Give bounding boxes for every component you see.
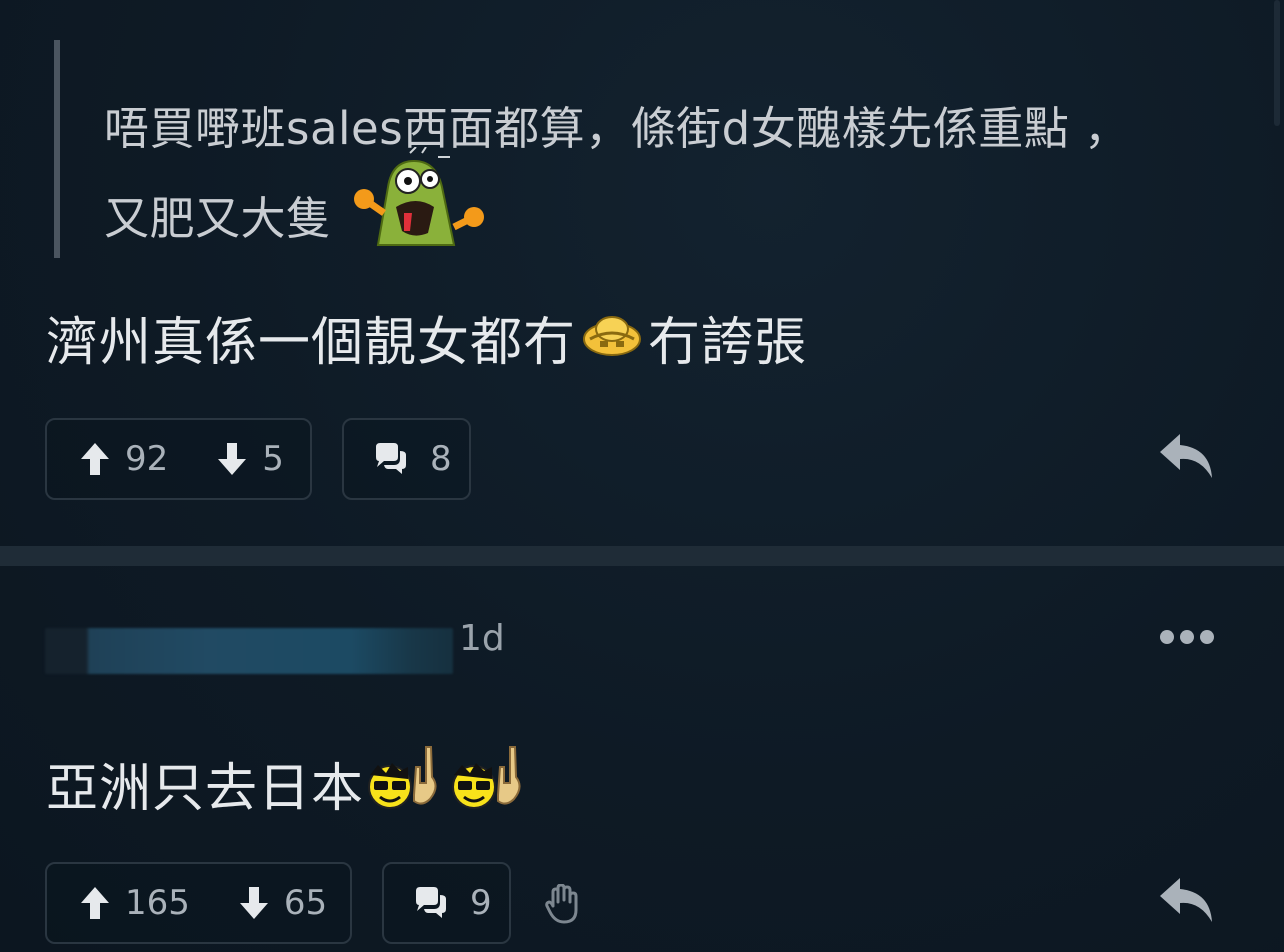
comments-count: 9: [470, 883, 492, 923]
post-divider: [0, 546, 1284, 566]
downvote-button[interactable]: 65: [238, 883, 327, 923]
vote-control: 92 5: [45, 418, 312, 500]
upvote-count: 165: [125, 883, 190, 923]
post-meta: 1d: [45, 618, 1239, 678]
comment-post: 唔買嘢班sales西面都算，條街d女醜樣先係重點 ， 又肥又大隻 濟州真係一個靚…: [0, 0, 1284, 546]
comments-count: 8: [430, 439, 452, 479]
comment-post: 1d 亞洲只去日本 165 65 9: [0, 566, 1284, 952]
embarrassed-face-emoji: [582, 312, 642, 372]
speech-bubbles-icon: [416, 887, 446, 918]
shocked-green-monster-emoji: [350, 145, 486, 258]
comment-body-text-after: 冇誇張: [648, 313, 808, 373]
downvote-count: 65: [283, 883, 328, 923]
upvote-count: 92: [125, 439, 169, 479]
comments-button[interactable]: 8: [342, 418, 471, 500]
raised-hand-icon[interactable]: [545, 884, 581, 924]
speech-bubbles-icon: [376, 443, 406, 474]
downvote-button[interactable]: 5: [216, 439, 284, 479]
sunglasses-rock-emoji: [364, 737, 448, 826]
quote-text-line-2: 又肥又大隻: [104, 145, 486, 258]
upvote-button[interactable]: 92: [79, 439, 168, 479]
quote-text-line-2-text: 又肥又大隻: [104, 192, 332, 245]
arrow-down-icon: [218, 443, 247, 475]
reply-arrow-icon[interactable]: [1158, 876, 1214, 924]
post-timestamp: 1d: [459, 618, 505, 659]
more-dots-icon[interactable]: [1159, 628, 1215, 646]
comments-button[interactable]: 9: [382, 862, 511, 944]
reply-arrow-icon[interactable]: [1158, 432, 1214, 480]
comment-thread: 唔買嘢班sales西面都算，條街d女醜樣先係重點 ， 又肥又大隻 濟州真係一個靚…: [0, 0, 1284, 952]
action-bar: 165 65 9: [45, 862, 1284, 946]
comment-body: 亞洲只去日本: [46, 745, 532, 826]
vote-control: 165 65: [45, 862, 352, 944]
arrow-up-icon: [81, 887, 109, 919]
arrow-up-icon: [81, 443, 109, 475]
arrow-down-icon: [239, 887, 268, 919]
comment-body: 濟州真係一個靚女都冇 冇誇張: [46, 300, 807, 375]
username-blurred[interactable]: [45, 628, 453, 674]
upvote-button[interactable]: 165: [79, 883, 190, 923]
comment-body-text-before: 濟州真係一個靚女都冇: [46, 313, 577, 373]
quote-text-line-1: 唔買嘢班sales西面都算，條街d女醜樣先係重點 ，: [104, 102, 1130, 155]
action-bar: 92 5 8: [45, 418, 1284, 502]
downvote-count: 5: [262, 439, 284, 479]
comment-body-text: 亞洲只去日本: [46, 759, 365, 819]
sunglasses-rock-emoji: [448, 737, 532, 826]
quoted-reply: 唔買嘢班sales西面都算，條街d女醜樣先係重點 ， 又肥又大隻: [54, 40, 1234, 258]
